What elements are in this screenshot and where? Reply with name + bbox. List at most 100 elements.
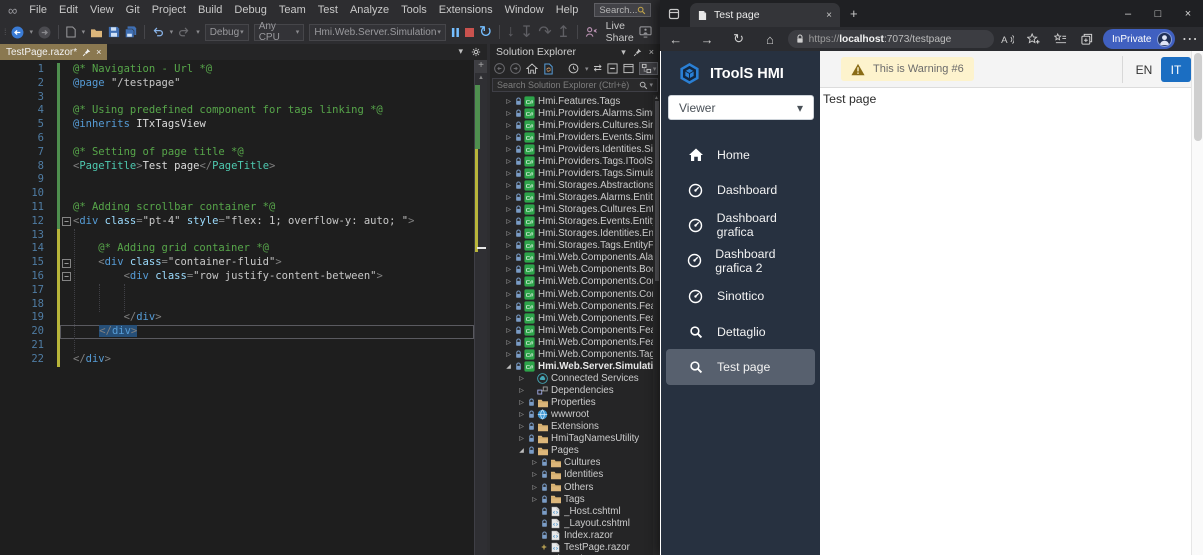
tree-item-dependencies[interactable]: ▷ Dependencies [490,385,653,397]
collapsed-arrow-icon[interactable]: ▷ [530,459,539,466]
editor-scrollbar[interactable]: + ▲ [474,60,487,555]
collapsed-arrow-icon[interactable]: ▷ [517,423,526,430]
collapsed-arrow-icon[interactable]: ▷ [530,484,539,491]
undo-icon[interactable] [152,27,164,37]
code-line-4[interactable]: 4 @* Using predefined component for tags … [0,104,474,119]
profile-avatar[interactable] [1156,31,1172,47]
collapsed-arrow-icon[interactable]: ▷ [504,194,513,201]
code-line-1[interactable]: 1 @* Navigation - Url *@ [0,63,474,77]
page-scrollbar[interactable] [1191,51,1203,555]
menu-debug[interactable]: Debug [228,2,272,18]
code-line-14[interactable]: 14 @* Adding grid container *@ [0,242,474,257]
properties-window-icon[interactable] [623,63,634,74]
fold-marker[interactable]: − [60,270,73,284]
tree-item-wwwroot[interactable]: ▷ wwwroot [490,409,653,421]
collapse-region-icon[interactable]: − [62,217,71,227]
se-home-icon[interactable] [526,63,538,74]
tree-item-properties[interactable]: ▷ Properties [490,397,653,409]
favorites-icon[interactable] [1047,33,1074,45]
redo-icon[interactable] [178,27,190,37]
tree-item-hmi-web-components-core-vanilla[interactable]: ▷ C# Hmi.Web.Components.Core.Vanilla [490,288,653,300]
site-security-lock-icon[interactable] [796,34,804,44]
tab-list-dropdown-icon[interactable]: ▾ [458,46,463,57]
configuration-dropdown[interactable]: Debug ▾ [204,23,249,41]
menu-project[interactable]: Project [146,2,192,18]
tree-item-others[interactable]: ▷ Others [490,481,653,493]
menu-file[interactable]: File [23,2,53,18]
nav-item-home[interactable]: Home [666,137,815,172]
collapsed-arrow-icon[interactable]: ▷ [504,242,513,249]
close-panel-icon[interactable]: × [649,47,654,57]
collapsed-arrow-icon[interactable]: ▷ [504,339,513,346]
tree-item-hmi-providers-tags-simulation[interactable]: ▷ C# Hmi.Providers.Tags.Simulation [490,167,653,179]
code-line-9[interactable]: 9 [0,173,474,188]
tree-item-testpage-razor[interactable]: + TestPage.razor [490,541,653,553]
restart-debug-icon[interactable]: ↻ [479,22,492,42]
close-tab-icon[interactable]: × [96,47,101,57]
tree-item--host-cshtml[interactable]: _Host.cshtml [490,505,653,517]
tree-item-hmi-web-server-simulation[interactable]: ◢ C# Hmi.Web.Server.Simulation [490,360,653,372]
collapsed-arrow-icon[interactable]: ▷ [504,182,513,189]
code-line-7[interactable]: 7 @* Setting of page title *@ [0,145,474,160]
browser-tab[interactable]: Test page × [690,3,840,27]
nav-item-dashboard[interactable]: Dashboard [666,172,815,207]
live-share-icon[interactable] [585,26,598,38]
refresh-icon[interactable]: ↻ [723,31,754,47]
scroll-up-arrow-icon[interactable]: ▲ [475,75,487,81]
editor-options-icon[interactable] [471,47,481,57]
language-button-en[interactable]: EN [1131,57,1157,82]
collapsed-arrow-icon[interactable]: ▷ [517,387,526,394]
code-line-8[interactable]: 8 <PageTitle>Test page</PageTitle> [0,159,474,174]
code-line-16[interactable]: 16− <div class="row justify-content-betw… [0,269,474,284]
collapsed-arrow-icon[interactable]: ▷ [504,327,513,334]
code-line-3[interactable]: 3 [0,90,474,105]
navigate-forward-icon[interactable] [38,26,51,39]
solution-explorer-scrollbar[interactable]: ▲ [653,95,660,555]
browser-minimize-button[interactable]: – [1113,0,1143,27]
code-line-15[interactable]: 15− <div class="container-fluid"> [0,256,474,270]
tree-item-hmi-storages-identities-entityframework[interactable]: ▷ C# Hmi.Storages.Identities.EntityFramewo… [490,228,653,240]
collapsed-arrow-icon[interactable]: ▷ [517,375,526,382]
document-tab-testpage[interactable]: TestPage.razor* × [0,44,108,60]
stop-debug-icon[interactable] [464,27,474,37]
role-selector-dropdown[interactable]: Viewer ▾ [668,95,814,120]
startup-project-dropdown[interactable]: Hmi.Web.Server.Simulation ▾ [309,23,446,41]
tree-item-extensions[interactable]: ▷ Extensions [490,421,653,433]
code-editor[interactable]: 1 @* Navigation - Url *@ 2 @page "/testpage… [0,60,474,555]
collapsed-arrow-icon[interactable]: ▷ [530,471,539,478]
expanded-arrow-icon[interactable]: ◢ [517,447,526,454]
collapsed-arrow-icon[interactable]: ▷ [504,254,513,261]
tree-item-hmi-web-components-feature-tags[interactable]: ▷ C# Hmi.Web.Components.Feature.Tags [490,336,653,348]
tree-item-hmi-web-components-core[interactable]: ▷ C# Hmi.Web.Components.Core [490,276,653,288]
collapsed-arrow-icon[interactable]: ▷ [504,110,513,117]
add-favorite-icon[interactable] [1021,33,1048,45]
fold-marker[interactable]: − [60,256,73,270]
tree-item-hmi-providers-alarms-simulation[interactable]: ▷ C# Hmi.Providers.Alarms.Simulation [490,107,653,119]
close-browser-tab-icon[interactable]: × [826,10,832,21]
collapsed-arrow-icon[interactable]: ▷ [504,266,513,273]
menu-test[interactable]: Test [312,2,344,18]
platform-dropdown[interactable]: Any CPU ▾ [253,21,305,43]
collapsed-arrow-icon[interactable]: ▷ [504,218,513,225]
collapsed-arrow-icon[interactable]: ▷ [504,230,513,237]
show-all-files-toggle[interactable]: ▾ [638,62,659,75]
menu-help[interactable]: Help [550,2,585,18]
new-file-icon[interactable] [65,26,76,38]
read-aloud-icon[interactable]: A [994,34,1021,45]
collapsed-arrow-icon[interactable]: ▷ [517,435,526,442]
nav-item-dettaglio[interactable]: Dettaglio [666,314,815,349]
open-file-icon[interactable] [90,27,103,38]
menu-window[interactable]: Window [499,2,550,18]
tree-item-hmi-providers-events-simulation[interactable]: ▷ C# Hmi.Providers.Events.Simulation [490,131,653,143]
code-line-18[interactable]: 18 [0,297,474,312]
expanded-arrow-icon[interactable]: ◢ [504,363,513,370]
code-line-11[interactable]: 11 @* Adding scrollbar container *@ [0,200,474,215]
collapsed-arrow-icon[interactable]: ▷ [504,303,513,310]
split-editor-handle[interactable]: + [475,60,487,73]
menu-tools[interactable]: Tools [395,2,433,18]
collapsed-arrow-icon[interactable]: ▷ [504,98,513,105]
collapsed-arrow-icon[interactable]: ▷ [504,315,513,322]
browser-close-button[interactable]: × [1173,0,1203,27]
browser-home-icon[interactable]: ⌂ [754,32,785,47]
back-icon[interactable]: ← [660,32,691,47]
